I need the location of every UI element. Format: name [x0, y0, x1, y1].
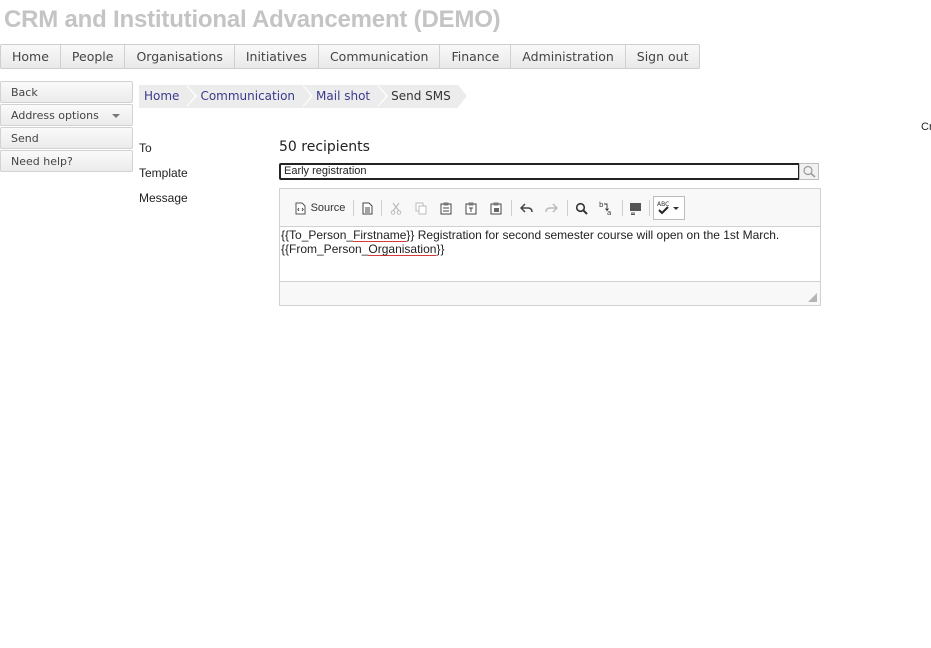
toolbar-separator: [622, 200, 623, 216]
misspelled-word-firstname: Firstname: [353, 228, 407, 242]
new-page-icon: [362, 202, 372, 214]
breadcrumb-home[interactable]: Home: [139, 85, 198, 108]
breadcrumb-send-sms: Send SMS: [377, 85, 469, 108]
svg-text:b: b: [599, 201, 604, 209]
paste-word-button[interactable]: [487, 198, 505, 218]
search-icon: [575, 202, 588, 215]
placeholder-from-suffix: }}: [436, 242, 445, 256]
paste-icon: [440, 202, 452, 214]
message-editor: Source b a ABC {{To_Person_Firstname}} R…: [279, 188, 821, 306]
breadcrumb-communication[interactable]: Communication: [186, 85, 313, 108]
redo-icon: [544, 203, 558, 213]
redo-button[interactable]: [542, 198, 560, 218]
replace-icon: b a: [599, 201, 611, 216]
toolbar-separator: [567, 200, 568, 216]
nav-communication[interactable]: Communication: [319, 45, 441, 68]
address-options-button[interactable]: Address options: [0, 104, 133, 126]
replace-button[interactable]: b a: [597, 198, 615, 218]
message-line-1: {{To_Person_Firstname}} Registration for…: [281, 228, 819, 242]
source-icon: [295, 202, 306, 214]
placeholder-to-prefix: {{To_Person_: [281, 228, 354, 242]
nav-organisations[interactable]: Organisations: [125, 45, 235, 68]
back-button[interactable]: Back: [0, 81, 133, 103]
message-line-2: {{From_Person_Organisation}}: [281, 242, 819, 256]
nav-initiatives[interactable]: Initiatives: [235, 45, 319, 68]
nav-administration[interactable]: Administration: [511, 45, 626, 68]
new-page-button[interactable]: [358, 198, 376, 218]
editor-content[interactable]: {{To_Person_Firstname}} Registration for…: [280, 227, 820, 281]
template-input[interactable]: Early registration: [279, 163, 800, 180]
message-body-text: }} Registration for second semester cour…: [406, 228, 780, 242]
paste-word-icon: [490, 202, 502, 214]
app-title: CRM and Institutional Advancement (DEMO): [4, 6, 501, 33]
to-label: To: [139, 141, 152, 155]
send-button[interactable]: Send: [0, 127, 133, 149]
toolbar-separator: [353, 200, 354, 216]
truncated-edge-text: Cr: [921, 121, 931, 133]
nav-sign-out[interactable]: Sign out: [626, 45, 700, 68]
address-options-label: Address options: [11, 109, 99, 122]
main-nav: Home People Organisations Initiatives Co…: [0, 44, 701, 69]
breadcrumb-mail-shot[interactable]: Mail shot: [302, 85, 389, 108]
resize-handle[interactable]: [808, 293, 817, 302]
back-button-label: Back: [11, 86, 38, 99]
undo-button[interactable]: [517, 198, 535, 218]
paste-text-button[interactable]: [462, 198, 480, 218]
sidebar: Back Address options Send Need help?: [0, 81, 133, 173]
recipients-count[interactable]: 50 recipients: [279, 139, 370, 155]
chevron-down-icon: [112, 114, 120, 118]
breadcrumb: Home Communication Mail shot Send SMS: [139, 85, 469, 108]
copy-button[interactable]: [412, 198, 430, 218]
need-help-button[interactable]: Need help?: [0, 150, 133, 172]
template-label: Template: [139, 166, 188, 180]
find-button[interactable]: [572, 198, 590, 218]
nav-home[interactable]: Home: [1, 45, 61, 68]
source-button-label: Source: [310, 202, 346, 214]
cut-button[interactable]: [387, 198, 405, 218]
toolbar-separator: [511, 200, 512, 216]
select-all-icon: [629, 202, 641, 215]
toolbar-separator: [649, 200, 650, 216]
toolbar-separator: [381, 200, 382, 216]
scissors-icon: [390, 202, 402, 215]
paste-button[interactable]: [437, 198, 455, 218]
spellcheck-icon: ABC: [657, 201, 679, 215]
nav-people[interactable]: People: [61, 45, 126, 68]
editor-toolbar: Source b a ABC: [280, 189, 820, 227]
select-all-button[interactable]: [626, 198, 644, 218]
undo-icon: [519, 203, 533, 213]
copy-icon: [415, 202, 427, 214]
magnifier-icon: [803, 165, 816, 178]
message-label: Message: [139, 191, 188, 205]
editor-statusbar: [280, 281, 820, 305]
misspelled-word-organisation: Organisation: [368, 242, 437, 256]
nav-finance[interactable]: Finance: [440, 45, 512, 68]
source-button[interactable]: Source: [292, 198, 348, 218]
spellcheck-button[interactable]: ABC: [653, 196, 685, 220]
send-button-label: Send: [11, 132, 39, 145]
need-help-label: Need help?: [11, 155, 73, 168]
placeholder-from-prefix: {{From_Person_: [281, 242, 369, 256]
paste-text-icon: [465, 202, 477, 214]
template-search-button[interactable]: [799, 163, 819, 180]
